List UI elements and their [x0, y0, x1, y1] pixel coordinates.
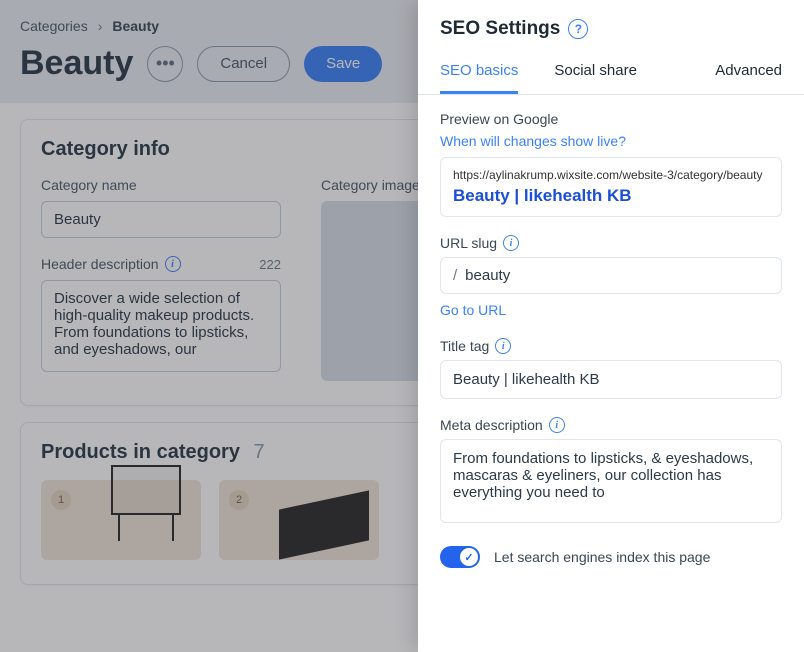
preview-title: Beauty | likehealth KB: [453, 186, 769, 206]
more-actions-button[interactable]: •••: [147, 46, 183, 82]
slug-prefix: /: [453, 267, 457, 284]
url-slug-field[interactable]: /: [440, 257, 782, 294]
url-slug-input[interactable]: [465, 267, 769, 284]
category-name-label: Category name: [41, 177, 281, 193]
index-toggle[interactable]: [440, 546, 480, 568]
google-preview-box: https://aylinakrump.wixsite.com/website-…: [440, 157, 782, 217]
info-icon[interactable]: i: [503, 235, 519, 251]
url-slug-label: URL slug: [440, 235, 497, 251]
breadcrumb-current: Beauty: [112, 18, 159, 34]
index-toggle-label: Let search engines index this page: [494, 549, 710, 565]
product-item[interactable]: 2: [219, 480, 379, 560]
product-item[interactable]: 1: [41, 480, 201, 560]
go-to-url-link[interactable]: Go to URL: [440, 302, 506, 318]
title-tag-label: Title tag: [440, 338, 489, 354]
meta-desc-textarea[interactable]: [440, 439, 782, 523]
tab-seo-basics[interactable]: SEO basics: [440, 52, 518, 94]
category-name-input[interactable]: [41, 201, 281, 238]
page-title: Beauty: [20, 44, 133, 83]
header-desc-label: Header description: [41, 256, 159, 272]
preview-url: https://aylinakrump.wixsite.com/website-…: [453, 168, 769, 182]
preview-changes-link[interactable]: When will changes show live?: [440, 133, 782, 149]
chevron-right-icon: ›: [98, 18, 103, 34]
title-tag-input[interactable]: [440, 360, 782, 399]
panel-title: SEO Settings: [440, 18, 560, 40]
char-count: 222: [259, 257, 281, 272]
tab-advanced[interactable]: Advanced: [715, 52, 782, 94]
products-heading: Products in category: [41, 441, 240, 463]
seo-settings-panel: SEO Settings ? SEO basics Social share A…: [418, 0, 804, 652]
cancel-button[interactable]: Cancel: [197, 46, 290, 82]
help-icon[interactable]: ?: [568, 19, 588, 39]
ellipsis-icon: •••: [156, 53, 175, 74]
info-icon[interactable]: i: [165, 256, 181, 272]
product-number: 2: [229, 490, 249, 510]
product-thumbnail: [279, 490, 369, 559]
products-count: 7: [254, 441, 265, 463]
breadcrumb-root[interactable]: Categories: [20, 18, 88, 34]
info-icon[interactable]: i: [549, 417, 565, 433]
product-number: 1: [51, 490, 71, 510]
tab-social-share[interactable]: Social share: [554, 52, 637, 94]
product-thumbnail: [111, 465, 181, 515]
header-desc-textarea[interactable]: [41, 280, 281, 372]
panel-tabs: SEO basics Social share Advanced: [418, 52, 804, 95]
meta-desc-label: Meta description: [440, 417, 543, 433]
info-icon[interactable]: i: [495, 338, 511, 354]
save-button[interactable]: Save: [304, 46, 382, 82]
preview-label: Preview on Google: [440, 111, 782, 127]
